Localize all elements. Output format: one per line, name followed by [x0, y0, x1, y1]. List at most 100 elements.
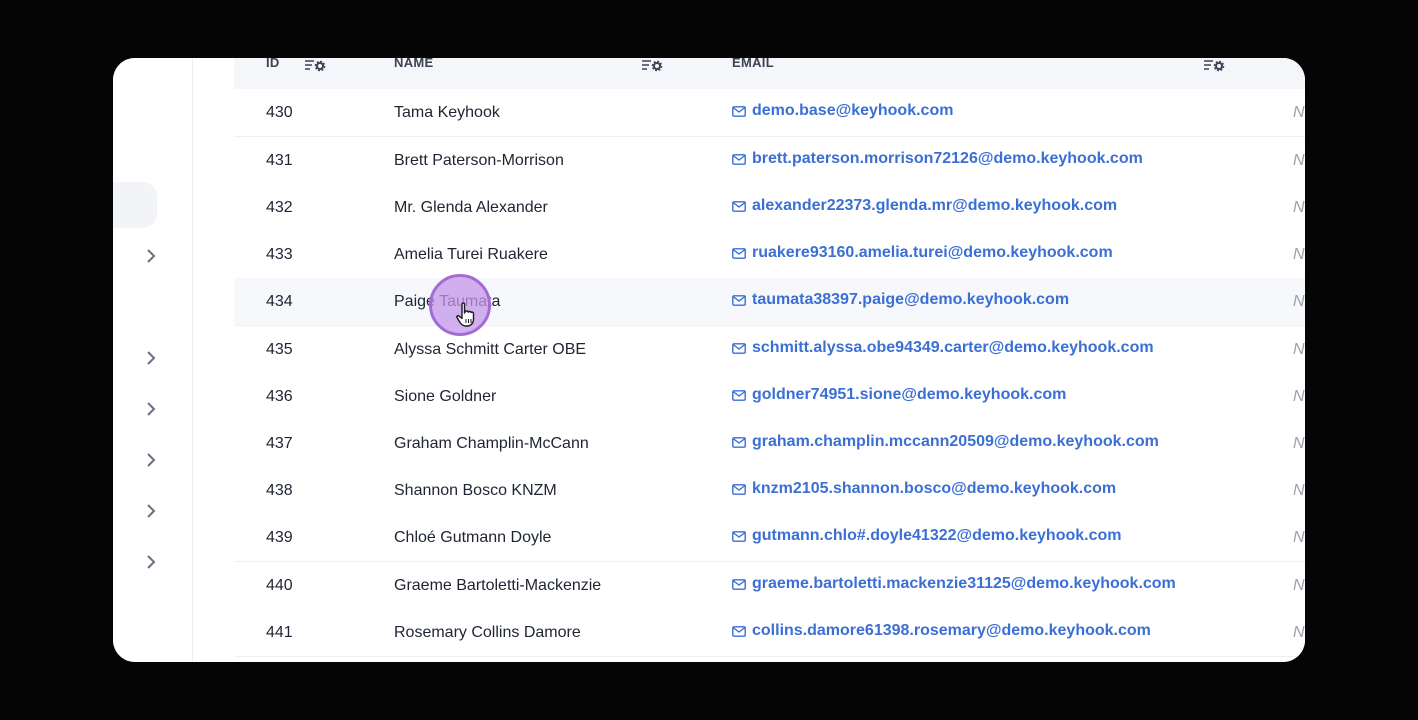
row-email[interactable]: alexander22373.glenda.mr@demo.keyhook.co… — [752, 197, 1117, 215]
row-name: Rosemary Collins Damore — [394, 624, 581, 641]
row-email-link[interactable]: taumata38397.paige@demo.keyhook.com — [732, 291, 1069, 309]
mail-icon — [732, 153, 746, 165]
column-header-name[interactable]: NAME — [394, 58, 433, 70]
row-id: 441 — [266, 624, 293, 641]
row-email[interactable]: schmitt.alyssa.obe94349.carter@demo.keyh… — [752, 339, 1154, 357]
row-email-link[interactable]: demo.base@keyhook.com — [732, 102, 953, 120]
row-email[interactable]: collins.damore61398.rosemary@demo.keyhoo… — [752, 622, 1151, 640]
row-id: 439 — [266, 529, 293, 546]
hand-pointer-icon — [456, 302, 475, 327]
table-row[interactable]: 439 Chloé Gutmann Doyle gutmann.chlo#.do… — [234, 514, 1305, 562]
chevron-right-icon[interactable] — [143, 350, 159, 366]
row-name: Chloé Gutmann Doyle — [394, 529, 552, 546]
table-row[interactable]: 430 Tama Keyhook demo.base@keyhook.com N — [234, 89, 1305, 137]
row-name: Sione Goldner — [394, 388, 497, 405]
sidebar-active-item[interactable] — [113, 182, 157, 228]
chevron-right-icon[interactable] — [143, 554, 159, 570]
row-email[interactable]: ruakere93160.amelia.turei@demo.keyhook.c… — [752, 244, 1113, 262]
chevron-right-icon[interactable] — [143, 452, 159, 468]
row-id: 438 — [266, 482, 293, 499]
row-name: Graeme Bartoletti-Mackenzie — [394, 577, 602, 594]
row-name: Alyssa Schmitt Carter OBE — [394, 341, 587, 358]
row-next-column: N — [1293, 246, 1305, 263]
row-id: 432 — [266, 199, 293, 216]
row-name: Amelia Turei Ruakere — [394, 246, 548, 263]
mail-icon — [732, 389, 746, 401]
row-next-column: N — [1293, 293, 1305, 310]
row-id: 434 — [266, 293, 293, 310]
row-email-link[interactable]: goldner74951.sione@demo.keyhook.com — [732, 386, 1066, 404]
row-id: 435 — [266, 341, 293, 358]
row-next-column: N — [1293, 152, 1305, 169]
row-email-link[interactable]: knzm2105.shannon.bosco@demo.keyhook.com — [732, 480, 1116, 498]
row-email[interactable]: goldner74951.sione@demo.keyhook.com — [752, 386, 1066, 404]
row-next-column: N — [1293, 104, 1305, 121]
mail-icon — [732, 342, 746, 354]
mail-icon — [732, 578, 746, 590]
mail-icon — [732, 200, 746, 212]
row-email-link[interactable]: graham.champlin.mccann20509@demo.keyhook… — [732, 433, 1159, 451]
column-header-email[interactable]: EMAIL — [732, 58, 774, 70]
row-email-link[interactable]: gutmann.chlo#.doyle41322@demo.keyhook.co… — [732, 527, 1121, 545]
row-email[interactable]: graeme.bartoletti.mackenzie31125@demo.ke… — [752, 575, 1176, 593]
mail-icon — [732, 294, 746, 306]
column-settings-icon[interactable] — [1203, 58, 1225, 72]
table-row[interactable]: 435 Alyssa Schmitt Carter OBE schmitt.al… — [234, 326, 1305, 374]
row-next-column: N — [1293, 435, 1305, 452]
column-settings-icon[interactable] — [304, 58, 326, 72]
row-name: Tama Keyhook — [394, 104, 500, 121]
chevron-right-icon[interactable] — [143, 503, 159, 519]
row-id: 430 — [266, 104, 293, 121]
table-row[interactable]: 436 Sione Goldner goldner74951.sione@dem… — [234, 373, 1305, 421]
row-next-column: N — [1293, 199, 1305, 216]
row-email[interactable]: demo.base@keyhook.com — [752, 102, 953, 120]
row-next-column: N — [1293, 482, 1305, 499]
row-id: 437 — [266, 435, 293, 452]
row-email[interactable]: knzm2105.shannon.bosco@demo.keyhook.com — [752, 480, 1116, 498]
row-next-column: N — [1293, 388, 1305, 405]
table-row[interactable]: 441 Rosemary Collins Damore collins.damo… — [234, 609, 1305, 657]
mail-icon — [732, 247, 746, 259]
table-header: ID NAME EMAIL — [234, 58, 1305, 90]
column-header-id[interactable]: ID — [266, 58, 280, 70]
row-next-column: N — [1293, 624, 1305, 641]
row-id: 433 — [266, 246, 293, 263]
content-gutter — [193, 58, 233, 662]
row-id: 431 — [266, 152, 293, 169]
row-email[interactable]: graham.champlin.mccann20509@demo.keyhook… — [752, 433, 1159, 451]
row-name: Mr. Glenda Alexander — [394, 199, 548, 216]
table-row[interactable]: 433 Amelia Turei Ruakere ruakere93160.am… — [234, 231, 1305, 279]
table-row[interactable]: 434 Paige Taumata taumata38397.paige@dem… — [234, 278, 1305, 326]
table-row[interactable]: 432 Mr. Glenda Alexander alexander22373.… — [234, 184, 1305, 232]
table-row[interactable]: 440 Graeme Bartoletti-Mackenzie graeme.b… — [234, 562, 1305, 610]
row-next-column: N — [1293, 529, 1305, 546]
row-id: 440 — [266, 577, 293, 594]
mail-icon — [732, 105, 746, 117]
users-table: ID NAME EMAIL 430 Tama Keyhook demo.base… — [234, 58, 1305, 662]
table-row[interactable]: 438 Shannon Bosco KNZM knzm2105.shannon.… — [234, 467, 1305, 515]
sidebar — [113, 58, 193, 662]
row-id: 436 — [266, 388, 293, 405]
row-email[interactable]: gutmann.chlo#.doyle41322@demo.keyhook.co… — [752, 527, 1121, 545]
row-email-link[interactable]: graeme.bartoletti.mackenzie31125@demo.ke… — [732, 575, 1176, 593]
mail-icon — [732, 436, 746, 448]
row-name: Graham Champlin-McCann — [394, 435, 589, 452]
mail-icon — [732, 483, 746, 495]
table-row[interactable]: 437 Graham Champlin-McCann graham.champl… — [234, 420, 1305, 468]
row-next-column: N — [1293, 341, 1305, 358]
chevron-right-icon[interactable] — [143, 401, 159, 417]
column-settings-icon[interactable] — [641, 58, 663, 72]
app-window: ID NAME EMAIL 430 Tama Keyhook demo.base… — [113, 58, 1305, 662]
table-row[interactable]: 431 Brett Paterson-Morrison brett.paters… — [234, 137, 1305, 185]
row-name: Brett Paterson-Morrison — [394, 152, 564, 169]
row-email[interactable]: brett.paterson.morrison72126@demo.keyhoo… — [752, 150, 1143, 168]
row-next-column: N — [1293, 577, 1305, 594]
row-email-link[interactable]: ruakere93160.amelia.turei@demo.keyhook.c… — [732, 244, 1113, 262]
chevron-right-icon[interactable] — [143, 248, 159, 264]
row-name: Shannon Bosco KNZM — [394, 482, 557, 499]
row-email-link[interactable]: schmitt.alyssa.obe94349.carter@demo.keyh… — [732, 339, 1154, 357]
row-email-link[interactable]: brett.paterson.morrison72126@demo.keyhoo… — [732, 150, 1143, 168]
row-email[interactable]: taumata38397.paige@demo.keyhook.com — [752, 291, 1069, 309]
row-email-link[interactable]: collins.damore61398.rosemary@demo.keyhoo… — [732, 622, 1151, 640]
row-email-link[interactable]: alexander22373.glenda.mr@demo.keyhook.co… — [732, 197, 1117, 215]
